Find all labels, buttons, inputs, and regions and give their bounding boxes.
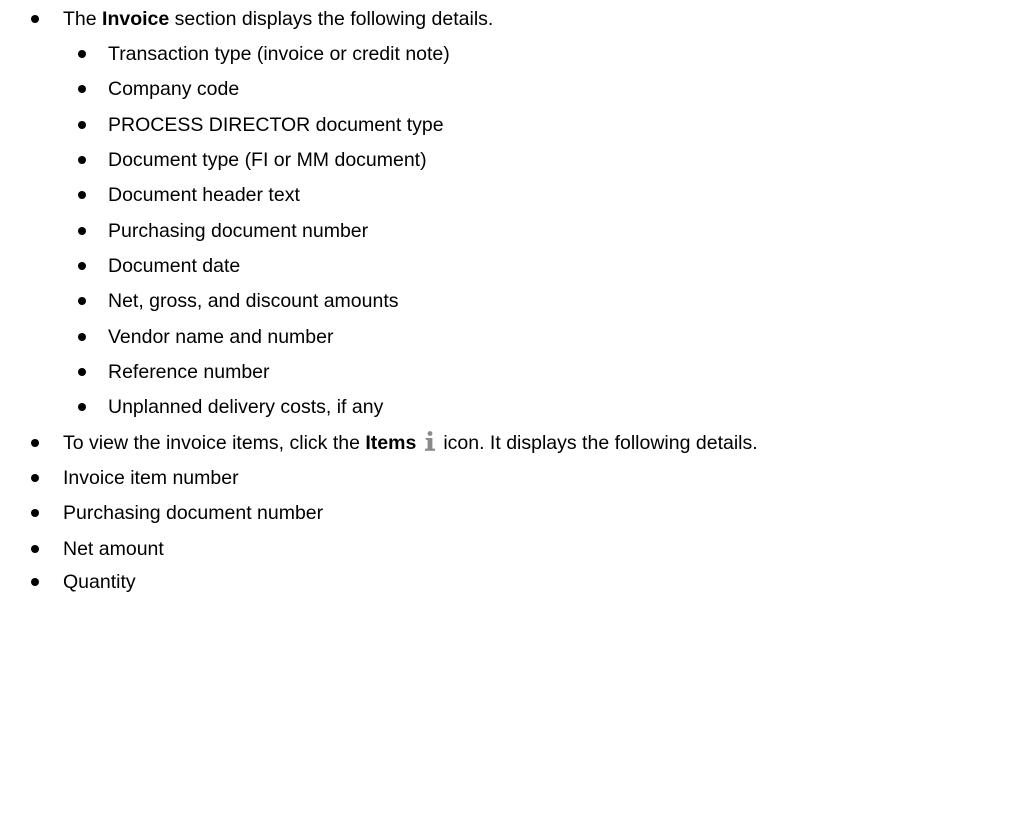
- bullet: [78, 112, 88, 138]
- bullet: [78, 253, 88, 279]
- invoice-detail-text: PROCESS DIRECTOR document type: [108, 114, 444, 136]
- item-detail-text: Purchasing document number: [63, 502, 324, 524]
- bullet: [78, 288, 88, 314]
- bullet: [78, 324, 88, 350]
- bullet: [31, 430, 41, 456]
- bullet: [78, 359, 88, 385]
- item-detail-text: Net amount: [63, 538, 164, 560]
- item-detail-text: Invoice item number: [63, 467, 239, 489]
- bullet: [31, 569, 41, 595]
- bullet: [78, 76, 88, 102]
- bullet: [31, 6, 41, 32]
- invoice-detail-text: Reference number: [108, 361, 270, 383]
- intro-bold-term: Invoice: [102, 8, 170, 30]
- invoice-detail-text: Transaction type (invoice or credit note…: [108, 43, 450, 65]
- bullet: [78, 182, 88, 208]
- item-detail-text: Quantity: [63, 571, 136, 593]
- items-bold-term: Items: [365, 432, 417, 454]
- items-instruction-prefix: To view the invoice items, click the: [63, 432, 366, 454]
- items-instruction-text: To view the invoice items, click the Ite…: [63, 430, 758, 456]
- intro-prefix: The: [63, 8, 103, 30]
- invoice-detail-text: Document type (FI or MM document): [108, 149, 427, 171]
- invoice-detail-text: Document date: [108, 255, 241, 277]
- document-page: The Invoice section displays the followi…: [0, 0, 1017, 814]
- bullet: [78, 394, 88, 420]
- bullet: [78, 147, 88, 173]
- items-instruction-suffix: icon. It displays the following details.: [443, 432, 758, 454]
- invoice-detail-text: Vendor name and number: [108, 326, 334, 348]
- bullet: [78, 218, 88, 244]
- invoice-detail-text: Company code: [108, 78, 240, 100]
- invoice-detail-text: Net, gross, and discount amounts: [108, 290, 399, 312]
- intro-text: The Invoice section displays the followi…: [63, 6, 493, 32]
- bullet: [31, 500, 41, 526]
- invoice-detail-text: Purchasing document number: [108, 220, 369, 242]
- bullet: [31, 465, 41, 491]
- invoice-detail-text: Document header text: [108, 184, 300, 206]
- info-icon: [423, 430, 437, 456]
- bullet: [31, 536, 41, 562]
- intro-suffix: section displays the following details.: [169, 8, 494, 30]
- bullet: [78, 41, 88, 67]
- invoice-detail-text: Unplanned delivery costs, if any: [108, 396, 384, 418]
